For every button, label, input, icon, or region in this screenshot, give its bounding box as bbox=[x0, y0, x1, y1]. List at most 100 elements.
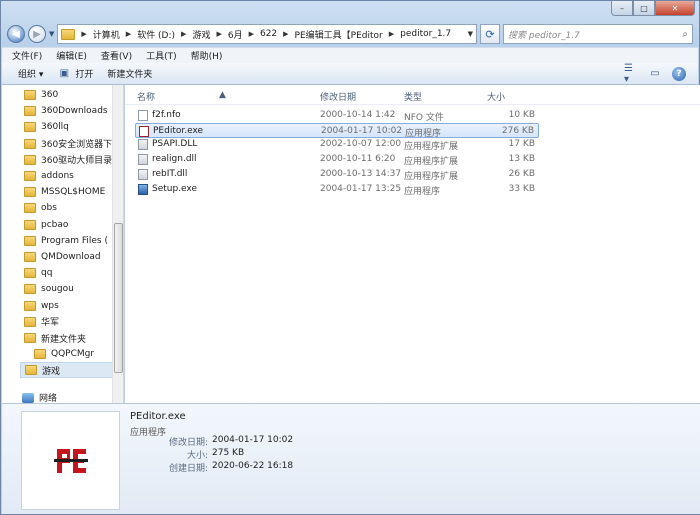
nav-item-label: addons bbox=[41, 171, 74, 181]
menu-view[interactable]: 查看(V) bbox=[101, 49, 132, 62]
nav-folder-item[interactable]: 360安全浏览器下 bbox=[24, 136, 112, 152]
column-header: ▲ 名称 修改日期 类型 大小 bbox=[125, 85, 700, 105]
nav-folder-item[interactable]: 360驱动大师目录 bbox=[24, 152, 112, 168]
folder-icon bbox=[24, 333, 36, 343]
file-size: 10 KB bbox=[508, 110, 535, 120]
breadcrumb-622[interactable]: 622 bbox=[260, 29, 277, 39]
nav-scrollbar[interactable] bbox=[112, 85, 123, 403]
chevron-right-icon[interactable]: ▶ bbox=[81, 30, 86, 38]
chevron-right-icon[interactable]: ▶ bbox=[249, 30, 254, 38]
search-input[interactable]: 搜索 peditor_1.7 ⌕ bbox=[503, 24, 693, 44]
file-name: PSAPI.DLL bbox=[152, 139, 198, 150]
breadcrumb-peditor[interactable]: peditor_1.7 bbox=[400, 29, 451, 39]
refresh-button[interactable]: ⟳ bbox=[480, 24, 500, 44]
folder-icon bbox=[25, 365, 37, 376]
forward-button[interactable]: ▶ bbox=[28, 25, 46, 43]
menu-help[interactable]: 帮助(H) bbox=[191, 49, 223, 62]
nav-folder-item[interactable]: 360 bbox=[24, 87, 58, 103]
back-button[interactable]: ◀ bbox=[7, 25, 25, 43]
file-row[interactable]: realign.dll 2000-10-11 6:20 应用程序扩展 13 KB bbox=[135, 152, 539, 167]
nav-folder-item[interactable]: obs bbox=[24, 200, 57, 216]
menu-file[interactable]: 文件(F) bbox=[12, 49, 42, 62]
nav-folder-item[interactable]: addons bbox=[24, 168, 74, 184]
breadcrumb-drive[interactable]: 软件 (D:) bbox=[137, 28, 175, 41]
nav-folder-item[interactable]: pcbao bbox=[24, 217, 68, 233]
chevron-right-icon[interactable]: ▶ bbox=[216, 30, 221, 38]
file-row[interactable]: rebIT.dll 2000-10-13 14:37 应用程序扩展 26 KB bbox=[135, 167, 539, 182]
file-row[interactable]: PEditor.exe 2004-01-17 10:02 应用程序 276 KB bbox=[135, 122, 539, 139]
nav-folder-item[interactable]: 华军 bbox=[24, 314, 59, 330]
search-placeholder: 搜索 peditor_1.7 bbox=[508, 30, 580, 41]
file-row[interactable]: PSAPI.DLL 2002-10-07 12:00 应用程序扩展 17 KB bbox=[135, 137, 539, 152]
nav-item-label: 网络 bbox=[39, 394, 58, 403]
maximize-button[interactable]: □ bbox=[633, 1, 655, 16]
address-bar[interactable]: ▶ 计算机 ▶ 软件 (D:) ▶ 游戏 ▶ 6月 ▶ 622 ▶ PE编辑工具… bbox=[57, 24, 477, 44]
file-date: 2002-10-07 12:00 bbox=[320, 139, 402, 150]
help-icon[interactable]: ? bbox=[672, 66, 686, 81]
view-controls: ☰ ▾ ▭ ? bbox=[624, 63, 686, 85]
nav-item-label: 游戏 bbox=[42, 366, 61, 377]
nav-folder-item[interactable]: wps bbox=[24, 298, 59, 314]
preview-pane-icon[interactable]: ▭ bbox=[648, 68, 662, 80]
breadcrumb-pe-tools[interactable]: PE编辑工具【PEditor bbox=[295, 28, 383, 41]
file-row[interactable]: Setup.exe 2004-01-17 13:25 应用程序 33 KB bbox=[135, 182, 539, 197]
nav-folder-item[interactable]: sougou bbox=[24, 281, 74, 297]
folder-icon bbox=[24, 138, 36, 149]
chevron-right-icon[interactable]: ▶ bbox=[283, 30, 288, 38]
network-icon bbox=[22, 392, 34, 403]
nav-item-network[interactable]: 网络 bbox=[22, 391, 57, 403]
nav-folder-item[interactable]: 新建文件夹 bbox=[24, 330, 86, 346]
file-type: 应用程序扩展 bbox=[404, 142, 459, 153]
details-modified-value: 2004-01-17 10:02 bbox=[212, 435, 294, 445]
menu-edit[interactable]: 编辑(E) bbox=[56, 49, 87, 62]
nav-folder-item[interactable]: QQPCMgr bbox=[34, 346, 94, 362]
nav-folder-item[interactable]: 360llq bbox=[24, 119, 69, 135]
folder-icon bbox=[24, 171, 36, 181]
nav-folder-item[interactable]: 游戏 bbox=[20, 362, 114, 379]
minimize-button[interactable]: – bbox=[611, 1, 633, 16]
search-icon[interactable]: ⌕ bbox=[682, 29, 688, 40]
file-size: 13 KB bbox=[508, 154, 535, 165]
breadcrumb-computer[interactable]: 计算机 bbox=[93, 28, 120, 41]
organize-button[interactable]: 组织 ▾ bbox=[18, 67, 43, 80]
chevron-right-icon[interactable]: ▶ bbox=[126, 30, 131, 38]
chevron-right-icon[interactable]: ▶ bbox=[389, 30, 394, 38]
folder-icon bbox=[24, 203, 36, 214]
nav-item-label: sougou bbox=[41, 284, 74, 295]
address-dropdown-icon[interactable]: ▼ bbox=[468, 30, 473, 38]
folder-icon bbox=[24, 154, 36, 165]
nav-folder-item[interactable]: Program Files ( bbox=[24, 233, 108, 249]
peditor-icon bbox=[53, 448, 88, 473]
view-options-icon[interactable]: ☰ ▾ bbox=[624, 63, 638, 85]
details-file-name: PEditor.exe bbox=[130, 411, 186, 422]
nav-folder-item[interactable]: QMDownload bbox=[24, 249, 101, 265]
file-size: 17 KB bbox=[508, 139, 535, 150]
nav-item-label: pcbao bbox=[41, 219, 69, 230]
chevron-right-icon[interactable]: ▶ bbox=[181, 30, 186, 38]
open-label: 打开 bbox=[75, 70, 94, 80]
nav-scrollbar-thumb[interactable] bbox=[114, 223, 123, 373]
column-name[interactable]: 名称 bbox=[137, 90, 155, 103]
file-row[interactable]: f2f.nfo 2000-10-14 1:42 NFO 文件 10 KB bbox=[135, 108, 539, 123]
nav-folder-item[interactable]: MSSQL$HOME bbox=[24, 184, 105, 200]
column-type[interactable]: 类型 bbox=[404, 90, 422, 103]
file-type: NFO 文件 bbox=[404, 113, 444, 123]
folder-icon bbox=[24, 268, 36, 279]
column-date[interactable]: 修改日期 bbox=[320, 90, 356, 103]
close-button[interactable]: ✕ bbox=[655, 1, 695, 16]
history-dropdown-icon[interactable]: ▼ bbox=[49, 30, 54, 38]
open-button[interactable]: ▣ 打开 bbox=[57, 67, 94, 80]
caption-buttons: – □ ✕ bbox=[611, 1, 695, 16]
column-size[interactable]: 大小 bbox=[487, 90, 505, 103]
sort-ascending-icon: ▲ bbox=[219, 90, 226, 100]
file-name: f2f.nfo bbox=[152, 110, 181, 120]
breadcrumb-june[interactable]: 6月 bbox=[228, 28, 243, 41]
menu-tools[interactable]: 工具(T) bbox=[146, 49, 177, 62]
folder-icon bbox=[24, 252, 36, 262]
file-name: PEditor.exe bbox=[153, 125, 204, 136]
new-folder-button[interactable]: 新建文件夹 bbox=[107, 67, 152, 80]
nav-folder-item[interactable]: 360Downloads bbox=[24, 103, 108, 119]
nav-item-label: 360Downloads bbox=[41, 106, 108, 117]
breadcrumb-games[interactable]: 游戏 bbox=[192, 28, 210, 41]
nav-folder-item[interactable]: qq bbox=[24, 265, 52, 281]
